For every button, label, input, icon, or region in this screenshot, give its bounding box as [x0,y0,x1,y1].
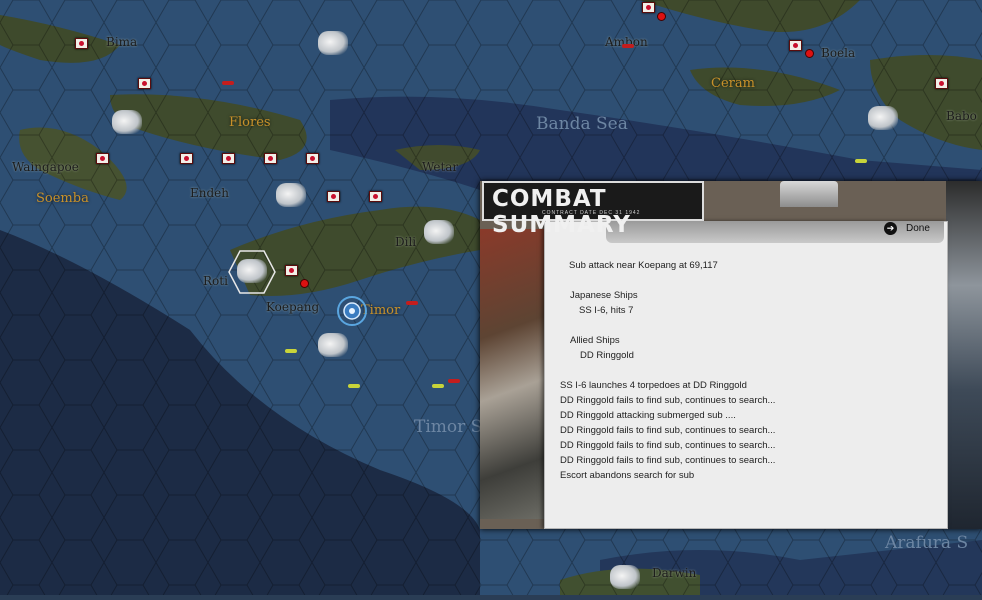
japanese-ship-icon[interactable] [406,301,418,305]
place-label: Koepang [266,300,320,314]
allied-ship-icon[interactable] [285,349,297,353]
japanese-base-flag-icon[interactable] [935,78,948,89]
place-label: Waingapoe [12,160,79,174]
summary-paper: Sub attack near Koepang at 69,117 Japane… [544,221,948,529]
arrow-circle-icon[interactable]: ➔ [884,222,897,235]
combat-target-icon[interactable] [336,295,368,327]
done-label: Done [906,223,930,234]
japanese-ship-icon[interactable] [622,44,634,48]
base-dot-icon[interactable] [300,279,309,288]
weather-cloud-icon [424,220,454,244]
selected-hex[interactable] [228,250,276,294]
japanese-base-flag-icon[interactable] [264,153,277,164]
japanese-base-flag-icon[interactable] [75,38,88,49]
region-label: Soemba [36,191,89,206]
region-label: Ceram [711,76,755,91]
decorative-photo [480,229,548,519]
sea-label: Arafura S [885,533,969,553]
summary-line: DD Ringgold fails to find sub, continues… [560,425,776,436]
place-label: Roti [203,274,228,288]
japanese-base-flag-icon[interactable] [138,78,151,89]
place-label: Endeh [190,186,229,200]
sea-label: Banda Sea [536,114,628,134]
japanese-base-flag-icon[interactable] [285,265,298,276]
japanese-base-flag-icon[interactable] [642,2,655,13]
weather-cloud-icon [610,565,640,589]
japanese-ship-icon[interactable] [222,81,234,85]
place-label: Wetar [422,160,459,174]
sea-label: Timor S [414,417,483,437]
summary-line: DD Ringgold [580,350,634,361]
allied-ship-icon[interactable] [855,159,867,163]
japanese-ship-icon[interactable] [448,379,460,383]
weather-cloud-icon [318,333,348,357]
summary-subtitle: CONTRACT DATE DEC 31 1942 [542,210,641,216]
weather-cloud-icon [276,183,306,207]
base-dot-icon[interactable] [805,49,814,58]
place-label: Boela [821,46,856,60]
summary-line: Japanese Ships [570,290,638,301]
summary-line: SS I-6, hits 7 [579,305,634,316]
weather-cloud-icon [318,31,348,55]
weather-cloud-icon [868,106,898,130]
place-label: Babo [946,109,977,123]
place-label: Bima [106,35,138,49]
japanese-base-flag-icon[interactable] [180,153,193,164]
clipboard-clip [780,181,838,207]
japanese-base-flag-icon[interactable] [789,40,802,51]
allied-ship-icon[interactable] [348,384,360,388]
region-label: Flores [229,115,271,130]
summary-title-plate: COMBAT SUMMARY CONTRACT DATE DEC 31 1942 [482,181,704,238]
japanese-base-flag-icon[interactable] [96,153,109,164]
weather-cloud-icon [112,110,142,134]
summary-line: SS I-6 launches 4 torpedoes at DD Ringgo… [560,380,747,391]
japanese-base-flag-icon[interactable] [327,191,340,202]
place-label: Darwin [652,566,697,580]
summary-line: DD Ringgold fails to find sub, continues… [560,395,776,406]
summary-line: DD Ringgold fails to find sub, continues… [560,455,776,466]
japanese-base-flag-icon[interactable] [306,153,319,164]
decorative-photo [946,181,982,529]
japanese-base-flag-icon[interactable] [369,191,382,202]
base-dot-icon[interactable] [657,12,666,21]
place-label: Dili [395,235,417,249]
summary-line: DD Ringgold attacking submerged sub .... [560,410,736,421]
summary-line: DD Ringgold fails to find sub, continues… [560,440,776,451]
summary-line: Escort abandons search for sub [560,470,695,481]
summary-line: Sub attack near Koepang at 69,117 [569,260,718,271]
summary-line: Allied Ships [570,335,620,346]
allied-ship-icon[interactable] [432,384,444,388]
combat-summary-panel: Sub attack near Koepang at 69,117 Japane… [480,181,982,529]
japanese-base-flag-icon[interactable] [222,153,235,164]
